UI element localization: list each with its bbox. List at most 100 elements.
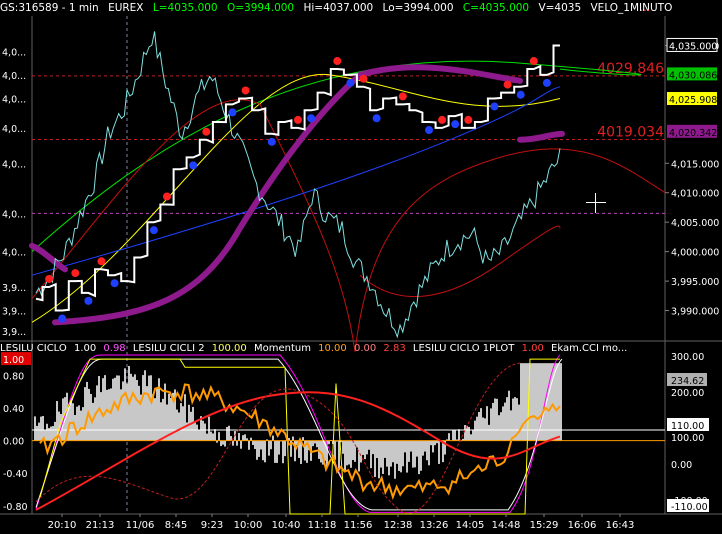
histogram-bar	[176, 409, 178, 441]
right-indicator-tick: 100.00	[671, 433, 704, 444]
ind-s3-v3: 2.83	[383, 343, 406, 354]
histogram-bar	[514, 397, 516, 441]
histogram-bar	[130, 373, 132, 441]
histogram-bar	[208, 416, 210, 441]
swing-low-dot	[542, 78, 551, 87]
swing-high-dot	[438, 115, 447, 124]
histogram-bar	[380, 440, 382, 468]
histogram-bar	[328, 440, 330, 445]
histogram-bar	[412, 440, 414, 468]
histogram-bar	[478, 411, 480, 441]
trend-purple-band-left	[29, 242, 68, 273]
histogram-bar	[558, 363, 560, 441]
histogram-bar	[508, 390, 510, 441]
histogram-bar	[522, 363, 524, 441]
left-price-tick-label: 4,0...	[2, 71, 26, 82]
header-more[interactable]: ...	[640, 0, 650, 16]
swing-high-dot	[294, 115, 302, 124]
time-tick-label: 9:23	[201, 520, 223, 531]
histogram-bar	[122, 381, 124, 441]
swing-low-dot	[267, 137, 276, 146]
histogram-bar	[428, 440, 430, 466]
histogram-bar	[370, 440, 372, 469]
histogram-bar	[264, 440, 266, 463]
histogram-bar	[342, 440, 344, 454]
price-tick-label: 4,010.000	[671, 189, 719, 200]
last-price-tag-label: 4,035.000	[669, 41, 717, 52]
swing-high-dot	[529, 57, 538, 66]
histogram-bar	[536, 363, 538, 441]
ind-s2-name: LESILU CICLI 2	[132, 343, 205, 354]
histogram-bar	[212, 433, 214, 441]
histogram-bar	[422, 440, 424, 456]
swing-low-dot	[346, 78, 355, 87]
histogram-bar	[110, 388, 112, 441]
histogram-bar	[386, 440, 388, 467]
histogram-bar	[284, 440, 286, 457]
histogram-bar	[376, 440, 378, 459]
histogram-bar	[434, 440, 436, 446]
histogram-bar	[126, 383, 128, 441]
time-tick-label: 12:38	[384, 520, 413, 531]
histogram-bar	[240, 440, 242, 449]
chart-header: GS:316589 - 1 min EUREX L=4035.000 O=399…	[0, 0, 722, 16]
swing-low-dot	[307, 114, 316, 123]
histogram-bar	[202, 420, 204, 441]
header-study: VELO_1MINUTO	[590, 2, 673, 14]
indicator-header: LESILU CICLO 1.00 0.98 LESILU CICLI 2 10…	[0, 342, 722, 356]
histogram-bar	[358, 440, 360, 472]
histogram-bar	[238, 433, 240, 441]
left-indicator-tick: -0.80	[3, 502, 28, 513]
histogram-bar	[226, 426, 228, 441]
histogram-bar	[248, 440, 250, 450]
right-indicator-tick: 200.00	[671, 388, 704, 399]
histogram-bar	[408, 440, 410, 462]
chart-canvas: 4029.8464019.0344,035.0004,030.0864,025.…	[0, 16, 722, 531]
left-price-tick-label: 4,0...	[2, 248, 26, 259]
histogram-bar	[302, 437, 304, 441]
histogram-bar	[50, 426, 52, 441]
histogram-bar	[184, 394, 186, 441]
histogram-bar	[108, 389, 110, 441]
histogram-bar	[530, 363, 532, 441]
histogram-bar	[272, 435, 274, 441]
histogram-bar	[162, 398, 164, 441]
histogram-bar	[104, 375, 106, 441]
histogram-bar	[46, 423, 48, 441]
histogram-bar	[278, 440, 280, 455]
histogram-bar	[210, 431, 212, 441]
swing-low-dot	[110, 279, 119, 288]
histogram-bar	[142, 375, 144, 441]
histogram-bar	[114, 377, 116, 441]
swing-high-dot	[163, 192, 171, 201]
swing-low-dot	[490, 102, 499, 111]
time-tick-label: 16:43	[606, 520, 635, 531]
left-indicator-tick: 0.40	[3, 404, 24, 415]
histogram-bar	[242, 435, 244, 441]
left-price-tick-label: 4,0...	[2, 124, 26, 135]
histogram-bar	[262, 440, 264, 461]
swing-high-dot	[202, 127, 211, 136]
swing-high-dot	[359, 74, 368, 83]
histogram-bar	[204, 423, 206, 441]
histogram-bar	[474, 420, 476, 441]
left-price-tick-label: 3,9...	[2, 327, 26, 338]
header-last: L=4035.000	[152, 2, 218, 14]
time-tick-label: 11:18	[308, 520, 337, 531]
left-indicator-tick: 0.80	[3, 371, 24, 382]
histogram-bar	[150, 375, 152, 441]
histogram-bar	[252, 440, 254, 445]
histogram-bar	[540, 363, 542, 441]
price-tag-label: 4,025.908	[669, 95, 717, 106]
histogram-bar	[384, 440, 386, 458]
histogram-bar	[276, 440, 278, 463]
histogram-bar	[486, 406, 488, 441]
ind-s2-v1: 100.00	[211, 343, 247, 354]
time-tick-label: 11/06	[126, 520, 155, 531]
left-price-tick-label: 3,9...	[2, 283, 26, 294]
price-tag-label: 4,030.086	[669, 70, 717, 81]
header-low: Lo=3994.000	[382, 2, 454, 14]
histogram-bar	[484, 418, 486, 441]
histogram-bar	[268, 440, 270, 456]
cycle-red-lower	[359, 225, 561, 297]
